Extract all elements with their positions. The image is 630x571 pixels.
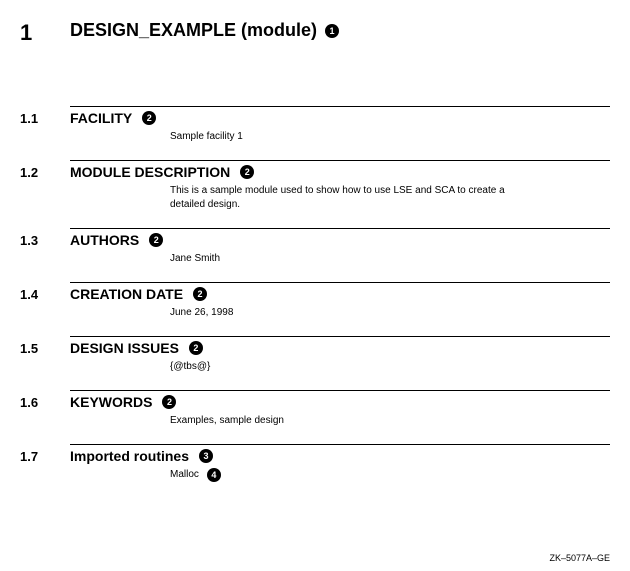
section-number: 1.1 <box>20 106 70 144</box>
section-heading: Imported routines <box>70 448 189 464</box>
section-heading-wrap: AUTHORS 2 <box>70 232 610 248</box>
section-body: Jane Smith <box>70 252 520 266</box>
callout-marker: 3 <box>199 449 213 463</box>
section-number: 1.7 <box>20 444 70 482</box>
main-header: 1 DESIGN_EXAMPLE (module) 1 <box>20 20 610 46</box>
section-heading: KEYWORDS <box>70 394 152 410</box>
section-content: AUTHORS 2 Jane Smith <box>70 228 610 266</box>
section: 1.2MODULE DESCRIPTION 2 This is a sample m… <box>20 160 610 212</box>
section-body-text: This is a sample module used to show how… <box>170 184 520 212</box>
section-heading: FACILITY <box>70 110 132 126</box>
section-rule <box>70 336 610 337</box>
section-heading-wrap: KEYWORDS 2 <box>70 394 610 410</box>
section-body: Examples, sample design <box>70 414 520 428</box>
callout-marker: 4 <box>207 468 221 482</box>
section-item: Examples, sample design <box>170 414 520 428</box>
section-rule <box>70 160 610 161</box>
section-item: {@tbs@} <box>170 360 520 374</box>
main-section-number: 1 <box>20 20 70 46</box>
section-body: Sample facility 1 <box>70 130 520 144</box>
section-content: Imported routines 3Malloc 4 <box>70 444 610 482</box>
callout-marker: 2 <box>162 395 176 409</box>
section-content: CREATION DATE 2 June 26, 1998 <box>70 282 610 320</box>
section-content: MODULE DESCRIPTION 2 This is a sample modu… <box>70 160 610 212</box>
section-item: June 26, 1998 <box>170 306 520 320</box>
section-heading-wrap: Imported routines 3 <box>70 448 610 464</box>
section: 1.1FACILITY 2 Sample facility 1 <box>20 106 610 144</box>
section: 1.4CREATION DATE 2 June 26, 1998 <box>20 282 610 320</box>
callout-marker: 2 <box>149 233 163 247</box>
section-heading: MODULE DESCRIPTION <box>70 164 230 180</box>
section-heading-wrap: DESIGN ISSUES 2 <box>70 340 610 356</box>
section-number: 1.6 <box>20 390 70 428</box>
section-number: 1.2 <box>20 160 70 212</box>
callout-marker: 1 <box>325 24 339 38</box>
section-body-text: Malloc <box>170 468 199 482</box>
main-title-wrap: DESIGN_EXAMPLE (module) 1 <box>70 20 610 41</box>
callout-marker: 2 <box>142 111 156 125</box>
section-content: KEYWORDS 2 Examples, sample design <box>70 390 610 428</box>
section-number: 1.5 <box>20 336 70 374</box>
section-body: {@tbs@} <box>70 360 520 374</box>
section-heading: DESIGN ISSUES <box>70 340 179 356</box>
section-item: This is a sample module used to show how… <box>170 184 520 212</box>
section: 1.5DESIGN ISSUES 2 {@tbs@} <box>20 336 610 374</box>
section-heading-wrap: FACILITY 2 <box>70 110 610 126</box>
callout-marker: 2 <box>193 287 207 301</box>
section-number: 1.4 <box>20 282 70 320</box>
callout-marker: 2 <box>189 341 203 355</box>
section-body-text: Sample facility 1 <box>170 130 243 144</box>
section-rule <box>70 390 610 391</box>
section-body-text: June 26, 1998 <box>170 306 233 320</box>
section-body: June 26, 1998 <box>70 306 520 320</box>
section-rule <box>70 282 610 283</box>
section-number: 1.3 <box>20 228 70 266</box>
section-heading-wrap: MODULE DESCRIPTION 2 <box>70 164 610 180</box>
section-rule <box>70 228 610 229</box>
section-body-text: Examples, sample design <box>170 414 284 428</box>
section-heading: AUTHORS <box>70 232 139 248</box>
section-item: Sample facility 1 <box>170 130 520 144</box>
section-body: Malloc 4 <box>70 468 520 482</box>
section-body: This is a sample module used to show how… <box>70 184 520 212</box>
section: 1.7Imported routines 3Malloc 4 <box>20 444 610 482</box>
section-item: Malloc 4 <box>170 468 520 482</box>
callout-marker: 2 <box>240 165 254 179</box>
document-id: ZK–5077A–GE <box>549 553 610 563</box>
main-title: DESIGN_EXAMPLE (module) <box>70 20 317 41</box>
section-content: DESIGN ISSUES 2 {@tbs@} <box>70 336 610 374</box>
section: 1.6KEYWORDS 2 Examples, sample design <box>20 390 610 428</box>
section-heading-wrap: CREATION DATE 2 <box>70 286 610 302</box>
section-body-text: {@tbs@} <box>170 360 210 374</box>
section-content: FACILITY 2 Sample facility 1 <box>70 106 610 144</box>
section-body-text: Jane Smith <box>170 252 220 266</box>
section-rule <box>70 106 610 107</box>
section-heading: CREATION DATE <box>70 286 183 302</box>
section-item: Jane Smith <box>170 252 520 266</box>
section-rule <box>70 444 610 445</box>
section: 1.3AUTHORS 2 Jane Smith <box>20 228 610 266</box>
